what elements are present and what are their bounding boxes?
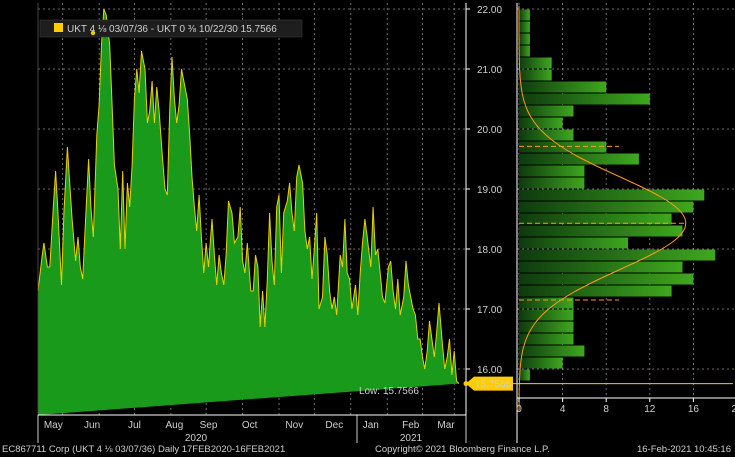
y-tick-label: 19.00 bbox=[477, 185, 502, 196]
hist-bar bbox=[519, 333, 574, 345]
hist-bar bbox=[519, 9, 530, 21]
x-tick-label: Nov bbox=[285, 420, 303, 431]
last-value-text: 15.7566 bbox=[475, 380, 512, 391]
hist-bar bbox=[519, 165, 585, 177]
hist-bar bbox=[519, 369, 530, 381]
legend: UKT 4 ⅛ 03/07/36 - UKT 0 ⅜ 10/22/30 15.7… bbox=[39, 19, 303, 38]
footer-copyright: Copyright© 2021 Bloomberg Finance L.P. bbox=[375, 444, 550, 455]
x-tick-label: Jul bbox=[128, 420, 141, 431]
legend-text: UKT 4 ⅛ 03/07/36 - UKT 0 ⅜ 10/22/30 15.7… bbox=[67, 24, 277, 35]
y-tick-label: 18.00 bbox=[477, 245, 502, 256]
hist-bar bbox=[519, 93, 650, 105]
hist-x-tick-label: 12 bbox=[644, 404, 656, 415]
x-tick-label: Dec bbox=[325, 420, 343, 431]
hist-x-tick-label: 20 bbox=[731, 404, 735, 415]
x-tick-label: Sep bbox=[200, 420, 218, 431]
legend-swatch bbox=[54, 23, 63, 32]
hist-bar bbox=[519, 237, 628, 249]
hist-bar bbox=[519, 177, 585, 189]
hist-bar bbox=[519, 201, 694, 213]
hist-bar bbox=[519, 225, 683, 237]
high-marker bbox=[90, 30, 96, 36]
hist-bar bbox=[519, 45, 530, 57]
hist-bar bbox=[519, 273, 694, 285]
chart-canvas: 16.00 17.00 18.00 19.00 20.00 21.00 22.00 May Ju… bbox=[0, 0, 735, 457]
y-tick-label: 21.00 bbox=[477, 65, 502, 76]
x-tick-label: Mar bbox=[437, 420, 455, 431]
hist-bar bbox=[519, 81, 607, 93]
hist-bar bbox=[519, 57, 552, 69]
hist-bar bbox=[519, 21, 530, 33]
x-tick-label: Jan bbox=[363, 420, 379, 431]
hist-x-tick-label: 0 bbox=[516, 404, 522, 415]
y-tick-label: 20.00 bbox=[477, 125, 502, 136]
hist-bar bbox=[519, 261, 683, 273]
hist-bar bbox=[519, 345, 585, 357]
hist-bar bbox=[519, 153, 639, 165]
footer-timestamp: 16-Feb-2021 10:45:16 bbox=[636, 444, 731, 455]
hist-bar bbox=[519, 117, 563, 129]
hist-x-tick-label: 8 bbox=[603, 404, 609, 415]
hist-bar bbox=[519, 321, 574, 333]
y-tick-label: 16.00 bbox=[477, 365, 502, 376]
low-label: Low: 15.7566 bbox=[359, 386, 419, 397]
hist-x-tick-label: 16 bbox=[688, 404, 700, 415]
footer-bar: EC867711 Corp (UKT 4 ⅛ 03/07/36) Daily 1… bbox=[0, 443, 735, 457]
hist-x-tick-label: 4 bbox=[560, 404, 566, 415]
y-tick-label: 17.00 bbox=[477, 305, 502, 316]
x-tick-label: May bbox=[44, 420, 63, 431]
hist-bar bbox=[519, 69, 552, 81]
x-tick-label: Aug bbox=[165, 420, 183, 431]
hist-bar bbox=[519, 189, 705, 201]
hist-bar bbox=[519, 285, 672, 297]
footer-security: EC867711 Corp (UKT 4 ⅛ 03/07/36) Daily 1… bbox=[2, 444, 286, 455]
y-tick-label: 22.00 bbox=[477, 5, 502, 16]
x-tick-label: Jun bbox=[84, 420, 100, 431]
hist-bar bbox=[519, 357, 563, 369]
hist-bar bbox=[519, 33, 530, 45]
hist-bar bbox=[519, 297, 574, 309]
hist-bar bbox=[519, 249, 716, 261]
x-tick-label: Feb bbox=[402, 420, 420, 431]
x-tick-label: Oct bbox=[242, 420, 258, 431]
